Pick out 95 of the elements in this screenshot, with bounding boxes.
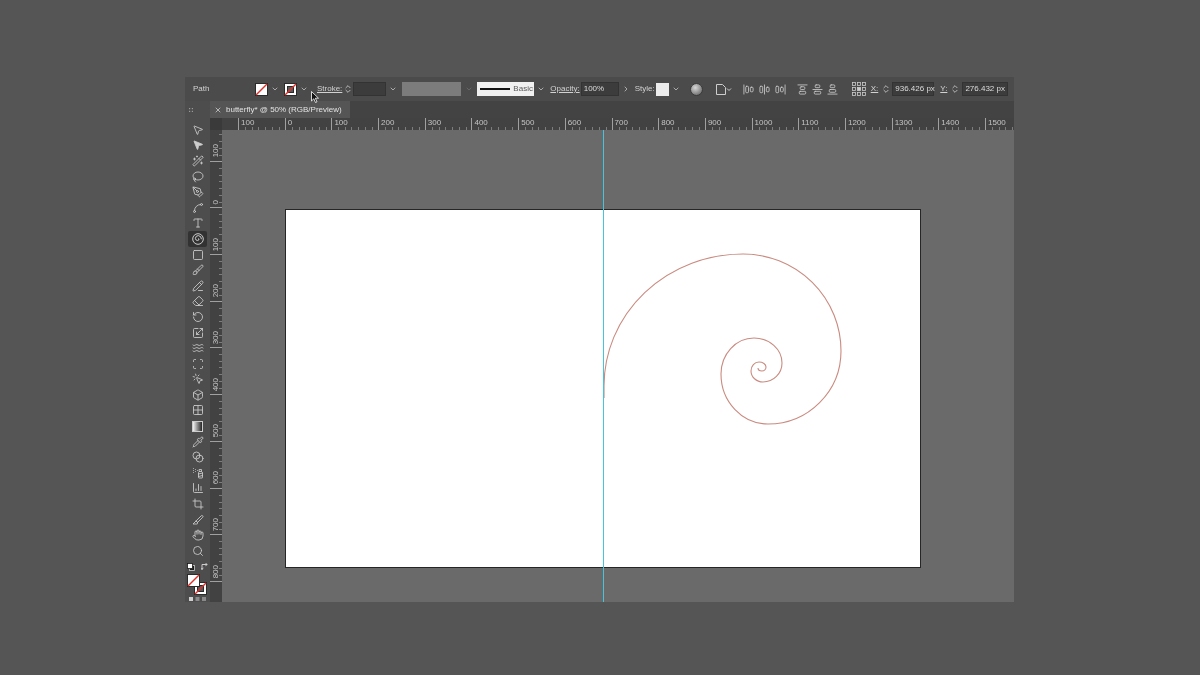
waves-icon (191, 342, 204, 355)
ruler-label: 200 (381, 119, 395, 127)
ruler-label: 800 (661, 119, 675, 127)
stepper-icon[interactable] (950, 84, 961, 94)
align-top-icon[interactable] (796, 83, 808, 95)
y-field[interactable]: 276.432 px (962, 82, 1009, 96)
spray-can-icon (191, 466, 204, 479)
pencil-icon (191, 279, 204, 292)
magic-wand-icon (191, 155, 204, 167)
ruler-label: 100 (212, 144, 220, 158)
caret-icon[interactable] (389, 85, 398, 93)
ruler-label: 100 (241, 119, 255, 127)
ruler-label: 100 (212, 237, 220, 252)
swap-arrow-icon[interactable] (201, 563, 208, 571)
x-link[interactable]: X: (870, 85, 879, 93)
arrow-pointer-icon (191, 123, 204, 136)
brush-dropdown[interactable]: Basic (477, 82, 535, 96)
eraser-icon (191, 295, 204, 308)
ruler-label: 300 (212, 331, 220, 345)
ruler-label: 500 (212, 424, 220, 438)
ruler-label: 1100 (801, 119, 819, 127)
stroke-weight-field[interactable] (353, 82, 387, 96)
ruler-label: 300 (427, 119, 442, 127)
default-colors-icon[interactable] (187, 562, 195, 571)
stroke-swatch[interactable] (284, 82, 297, 96)
fill-swatch[interactable] (187, 573, 200, 587)
ruler-label: 1400 (941, 119, 960, 127)
type-icon (191, 217, 204, 230)
ruler-label: 500 (521, 119, 535, 127)
rectangle-icon (191, 248, 204, 261)
rotate-icon (191, 310, 204, 323)
ruler-label: 400 (474, 119, 488, 127)
grid-icon (191, 404, 204, 417)
ruler-label: 1300 (894, 119, 913, 127)
pointer-click-icon (191, 373, 204, 386)
document-tab[interactable]: butterfly* @ 50% (RGB/Preview) (210, 101, 350, 118)
caret-icon[interactable] (671, 85, 680, 93)
align-center-icon[interactable] (758, 83, 770, 95)
ruler-label: 1500 (988, 119, 1006, 127)
ruler-label: 600 (212, 471, 220, 485)
x-field[interactable]: 936.426 px (892, 82, 935, 96)
ruler-label: 1200 (847, 119, 866, 127)
ruler-label: 700 (614, 119, 628, 127)
ruler-label: 1000 (754, 119, 773, 127)
overlapping-circles-icon (191, 451, 204, 464)
page-dropdown-icon[interactable] (715, 83, 732, 95)
curve-icon (191, 201, 204, 214)
ruler-label: 200 (212, 284, 220, 298)
stepper-icon[interactable] (343, 84, 354, 94)
sphere-icon[interactable] (689, 82, 703, 96)
style-label: Style: (634, 85, 655, 93)
caret-icon[interactable] (271, 85, 279, 93)
opacity-field[interactable]: 100% (580, 82, 619, 96)
selection-label: Path (193, 85, 211, 93)
align-right-icon[interactable] (774, 83, 786, 95)
knife-icon (191, 513, 204, 526)
align-bottom-icon[interactable] (826, 83, 838, 95)
spiral-icon (191, 232, 204, 245)
scale-icon (191, 326, 204, 339)
opacity-link[interactable]: Opacity: (550, 85, 580, 93)
crop-icon (191, 498, 204, 511)
magnifier-icon (191, 544, 204, 557)
ruler-label: 600 (567, 119, 582, 127)
reference-point-icon[interactable] (851, 82, 866, 96)
cube-icon (191, 388, 204, 401)
caret-icon[interactable] (537, 85, 546, 93)
stroke-link[interactable]: Stroke: (317, 85, 343, 93)
ruler-label: 800 (212, 564, 220, 578)
align-middle-icon[interactable] (811, 83, 823, 95)
bar-chart-icon (191, 482, 204, 495)
ruler-label: 700 (212, 517, 220, 532)
drawing-modes-icon[interactable] (189, 596, 206, 601)
caret-icon[interactable] (300, 85, 308, 93)
cursor-icon (311, 91, 319, 103)
stepper-icon[interactable] (881, 84, 892, 94)
stroke-line-icon (480, 88, 511, 90)
pen-nib-icon (191, 186, 204, 199)
y-link[interactable]: Y: (940, 85, 948, 93)
ruler-label: 100 (334, 119, 348, 127)
hand-icon (191, 529, 204, 542)
filled-arrow-pointer-icon (191, 139, 204, 152)
tool-button[interactable] (188, 231, 207, 247)
ruler-label: 0 (287, 119, 293, 127)
ruler-label: 400 (212, 377, 220, 392)
ruler-label: 0 (212, 199, 220, 205)
gradient-icon (192, 420, 203, 432)
frame-corners-icon (191, 357, 204, 370)
align-left-icon[interactable] (742, 83, 754, 95)
ruler-label: 900 (707, 119, 722, 127)
graphic-style-swatch[interactable] (655, 82, 669, 96)
eyedropper-icon (191, 435, 204, 448)
close-icon[interactable] (214, 105, 222, 114)
fill-swatch[interactable] (255, 82, 268, 96)
lasso-icon (191, 170, 204, 183)
brush-icon (191, 264, 204, 277)
